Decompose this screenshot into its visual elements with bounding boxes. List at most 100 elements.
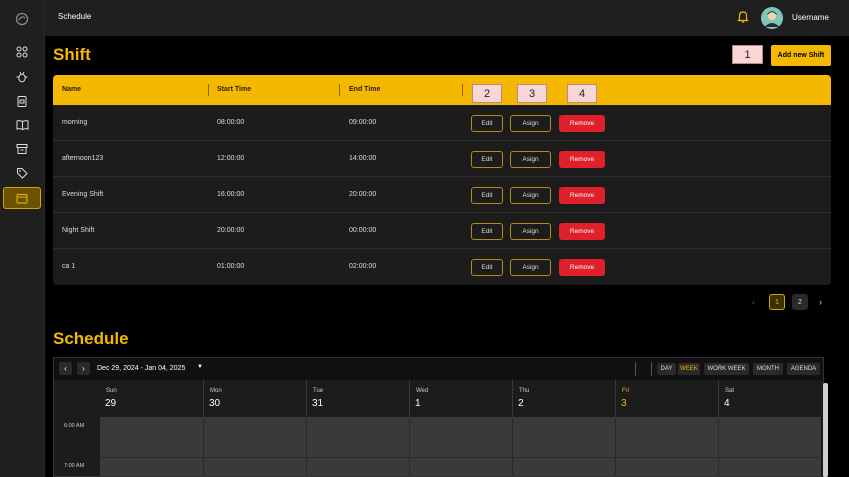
- grid-divider: [512, 417, 513, 476]
- shift-end-time: 20:00:00: [349, 191, 377, 198]
- tag-icon: [17, 168, 28, 179]
- archive-icon: [16, 144, 28, 154]
- column-header-name[interactable]: Name: [62, 86, 81, 93]
- column-divider: [462, 84, 463, 96]
- shift-table: Name Start Time End Time morning 08:00:0…: [53, 75, 831, 285]
- shift-end-time: 09:00:00: [349, 119, 377, 126]
- sidebar-item-schedule[interactable]: [3, 187, 41, 209]
- assign-button[interactable]: Asign: [510, 151, 551, 168]
- shift-start-time: 12:00:00: [217, 155, 245, 162]
- day-number: 29: [105, 398, 117, 409]
- view-work-week-button[interactable]: WORK WEEK: [704, 363, 749, 375]
- grid-divider: [100, 457, 821, 458]
- day-column-header-today[interactable]: Fri 3: [615, 380, 718, 417]
- grid-icon: [16, 46, 28, 58]
- day-column-header[interactable]: Tue 31: [306, 380, 409, 417]
- prev-week-button[interactable]: ‹: [59, 362, 72, 375]
- column-header-start-time[interactable]: Start Time: [217, 86, 251, 93]
- day-number: 3: [621, 398, 627, 409]
- day-number: 31: [312, 398, 324, 409]
- book-icon: [16, 120, 28, 131]
- logo-icon: [15, 12, 29, 26]
- sidebar: [0, 0, 45, 477]
- pagination-prev-icon[interactable]: ‹: [752, 297, 755, 307]
- next-week-button[interactable]: ›: [77, 362, 90, 375]
- table-row: Evening Shift 16:00:00 20:00:00 Edit Asi…: [53, 177, 831, 213]
- chevron-right-icon: ›: [82, 364, 85, 373]
- view-day-button[interactable]: DAY: [657, 363, 676, 375]
- time-gutter: 6:00 AM 7:00 AM: [54, 417, 100, 476]
- shift-heading: Shift: [53, 45, 91, 64]
- username[interactable]: Username: [792, 13, 829, 22]
- annotation-marker-1: 1: [732, 45, 763, 64]
- remove-button[interactable]: Remove: [559, 151, 605, 168]
- sidebar-item-reports[interactable]: [14, 93, 30, 109]
- date-range-select[interactable]: Dec 29, 2024 - Jan 04, 2025: [97, 365, 185, 372]
- day-number: 4: [724, 398, 730, 409]
- grid-divider: [615, 417, 616, 476]
- day-column-header[interactable]: Wed 1: [409, 380, 512, 417]
- column-divider: [339, 84, 340, 96]
- view-agenda-button[interactable]: AGENDA: [787, 363, 820, 375]
- shift-start-time: 01:00:00: [217, 263, 245, 270]
- sidebar-item-dashboard[interactable]: [14, 44, 30, 60]
- day-number: 1: [415, 398, 421, 409]
- day-column-header[interactable]: Sat 4: [718, 380, 823, 417]
- remove-button[interactable]: Remove: [559, 187, 605, 204]
- edit-button[interactable]: Edit: [471, 223, 503, 240]
- assign-button[interactable]: Asign: [510, 223, 551, 240]
- day-column-header[interactable]: Thu 2: [512, 380, 615, 417]
- shift-end-time: 14:00:00: [349, 155, 377, 162]
- column-divider: [208, 84, 209, 96]
- column-header-end-time[interactable]: End Time: [349, 86, 380, 93]
- assign-button[interactable]: Asign: [510, 259, 551, 276]
- edit-button[interactable]: Edit: [471, 187, 503, 204]
- pagination-page-1[interactable]: 1: [769, 294, 785, 310]
- remove-button[interactable]: Remove: [559, 115, 605, 132]
- day-name: Wed: [416, 388, 429, 394]
- day-number: 30: [209, 398, 221, 409]
- toolbar-divider: [651, 362, 652, 376]
- annotation-marker-2: 2: [472, 84, 502, 103]
- chevron-left-icon: ‹: [64, 364, 67, 373]
- day-name: Sat: [725, 388, 735, 394]
- assign-button[interactable]: Asign: [510, 115, 551, 132]
- table-row: Night Shift 20:00:00 00:00:00 Edit Asign…: [53, 213, 831, 249]
- grid-divider: [203, 417, 204, 476]
- app-root: Schedule Username Shift 1 Add new Shift …: [0, 0, 849, 477]
- user-avatar-icon: [761, 7, 783, 29]
- add-shift-button[interactable]: Add new Shift: [771, 45, 831, 66]
- remove-button[interactable]: Remove: [559, 223, 605, 240]
- sidebar-item-bugs[interactable]: [14, 69, 30, 85]
- avatar[interactable]: [761, 7, 783, 29]
- calendar: ‹ › Dec 29, 2024 - Jan 04, 2025 ▼ DAY WE…: [53, 357, 824, 477]
- time-label: 7:00 AM: [64, 463, 85, 469]
- view-month-button[interactable]: MONTH: [753, 363, 783, 375]
- shift-name: Evening Shift: [62, 191, 104, 198]
- time-grid[interactable]: [100, 417, 821, 476]
- edit-button[interactable]: Edit: [471, 151, 503, 168]
- assign-button[interactable]: Asign: [510, 187, 551, 204]
- sidebar-item-docs[interactable]: [14, 117, 30, 133]
- caret-down-icon[interactable]: ▼: [197, 364, 203, 370]
- shift-name: ca 1: [62, 263, 76, 270]
- day-column-header[interactable]: Sun 29: [100, 380, 203, 417]
- calendar-scrollbar[interactable]: [823, 383, 828, 477]
- sidebar-item-archive[interactable]: [14, 141, 30, 157]
- remove-button[interactable]: Remove: [559, 259, 605, 276]
- shift-start-time: 16:00:00: [217, 191, 245, 198]
- table-row: afternoon123 12:00:00 14:00:00 Edit Asig…: [53, 141, 831, 177]
- shift-end-time: 02:00:00: [349, 263, 377, 270]
- shift-start-time: 20:00:00: [217, 227, 245, 234]
- pagination-page-2[interactable]: 2: [792, 294, 808, 310]
- pagination-next-icon[interactable]: ›: [819, 297, 822, 307]
- edit-button[interactable]: Edit: [471, 259, 503, 276]
- edit-button[interactable]: Edit: [471, 115, 503, 132]
- sidebar-item-tags[interactable]: [14, 165, 30, 181]
- bell-icon[interactable]: [736, 10, 750, 24]
- view-week-button[interactable]: WEEK: [678, 363, 700, 375]
- shift-end-time: 00:00:00: [349, 227, 377, 234]
- day-column-header[interactable]: Mon 30: [203, 380, 306, 417]
- calendar-icon: [16, 193, 28, 203]
- shift-name: afternoon123: [62, 155, 104, 162]
